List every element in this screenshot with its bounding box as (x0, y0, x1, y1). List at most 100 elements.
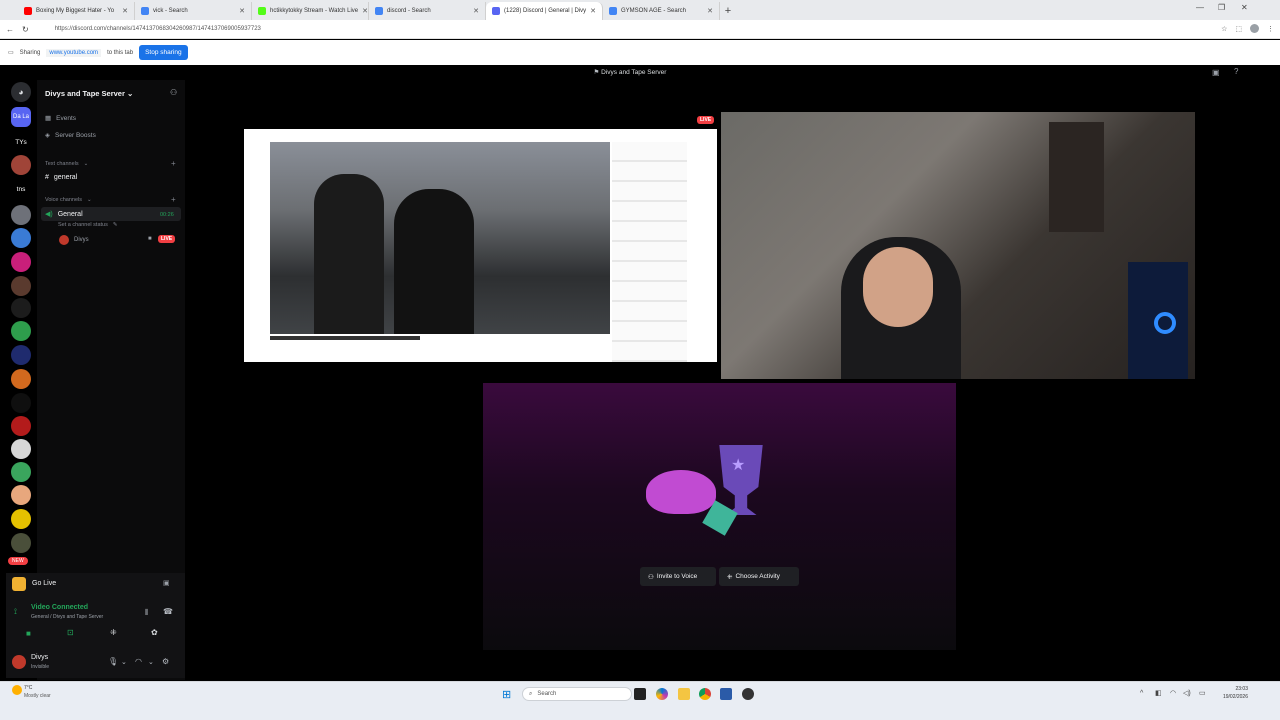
video-toggle-icon[interactable]: ■ (26, 629, 31, 638)
close-tab-icon[interactable]: ✕ (473, 7, 479, 15)
close-tab-icon[interactable]: ✕ (122, 7, 128, 15)
clock-date[interactable]: 19/02/2026 (1214, 694, 1248, 700)
voice-member-divys[interactable]: Divys (59, 235, 89, 245)
direct-messages-icon[interactable]: ◕ (11, 82, 31, 102)
server-icon-black[interactable] (11, 393, 31, 413)
app-icon[interactable] (742, 688, 754, 700)
server-icon-olive[interactable] (11, 533, 31, 553)
nav-server-boosts[interactable]: ◈ Server Boosts (45, 131, 96, 140)
server-icon-tys[interactable]: TYs (11, 132, 31, 152)
server-icon-grey[interactable] (11, 205, 31, 225)
server-icon-brown[interactable] (11, 276, 31, 296)
video-connected-sub[interactable]: General / Divys and Tape Server (31, 614, 103, 620)
text-category[interactable]: Text channels ⌄ (45, 161, 88, 167)
user-avatar[interactable] (12, 655, 26, 669)
add-text-channel-icon[interactable]: + (171, 159, 176, 168)
server-name[interactable]: Divys and Tape Server ⌄ (45, 89, 133, 98)
go-live-settings-icon[interactable]: ▣ (163, 579, 170, 587)
browser-tab[interactable]: GYMSON AGE - Search ✕ (603, 2, 720, 20)
server-icon-blue[interactable] (11, 228, 31, 248)
profile-icon[interactable] (1250, 24, 1259, 33)
nav-events[interactable]: ▦ Events (45, 114, 76, 123)
go-live-icon[interactable] (12, 577, 26, 591)
task-view-icon[interactable] (634, 688, 646, 700)
url-text[interactable]: https://discord.com/channels/14741370683… (55, 26, 261, 32)
add-voice-channel-icon[interactable]: + (171, 195, 176, 204)
stop-sharing-button[interactable]: Stop sharing (139, 45, 188, 60)
server-icon-tns[interactable]: tns (11, 179, 31, 199)
taskbar-search[interactable]: ⌕ Search (522, 687, 632, 701)
server-icon-pink[interactable] (11, 252, 31, 272)
help-icon[interactable]: ? (1234, 67, 1238, 76)
inbox-icon[interactable]: ▣ (1212, 68, 1220, 77)
clock-time[interactable]: 23:03 (1224, 686, 1248, 692)
server-icon-dark[interactable] (11, 298, 31, 318)
screen-share-icon[interactable]: ⊡ (67, 628, 74, 637)
extensions-icon[interactable]: ⬚ (1235, 25, 1242, 33)
browser-tab[interactable]: hctikkytokky Stream - Watch Live ✕ (252, 2, 369, 20)
server-icon-green[interactable] (11, 321, 31, 341)
close-tab-icon[interactable]: ✕ (362, 7, 368, 15)
server-icon-navy[interactable] (11, 345, 31, 365)
new-tab-button[interactable]: + (720, 2, 736, 20)
mute-icon[interactable]: 🎙︎ (108, 657, 118, 666)
soundboard-icon[interactable]: ✿ (151, 628, 158, 637)
server-icon-red[interactable] (11, 155, 31, 175)
weather-icon[interactable] (12, 685, 22, 695)
go-live-label[interactable]: Go Live (32, 580, 56, 587)
close-tab-icon[interactable]: ✕ (707, 7, 713, 15)
copilot-icon[interactable] (656, 688, 668, 700)
mic-options-icon[interactable]: ⌄ (121, 658, 127, 666)
noise-suppression-icon[interactable]: ⦀ (145, 608, 149, 618)
close-tab-icon[interactable]: ✕ (590, 7, 596, 15)
disconnect-icon[interactable]: ☎ (163, 607, 173, 616)
close-window-icon[interactable]: ✕ (1241, 3, 1248, 12)
server-icon-peach[interactable] (11, 485, 31, 505)
chrome-icon[interactable] (699, 688, 711, 700)
webcam-tile[interactable] (721, 112, 1195, 379)
browser-tab[interactable]: (1228) Discord | General | Divy ✕ (486, 2, 603, 20)
activities-icon[interactable]: ⁜ (110, 628, 117, 637)
headphones-icon[interactable]: ◠ (135, 657, 142, 666)
server-icon-leaf[interactable] (11, 462, 31, 482)
screen-share-tile[interactable] (244, 129, 717, 362)
store-icon[interactable] (720, 688, 732, 700)
browser-tab[interactable]: discord - Search ✕ (369, 2, 486, 20)
tray-overflow-icon[interactable]: ^ (1140, 690, 1143, 697)
star-icon[interactable]: ☆ (1221, 25, 1227, 33)
settings-gear-icon[interactable]: ⚙ (162, 657, 169, 666)
youtube-recommendations (612, 142, 687, 362)
choose-activity-button[interactable]: ⁜ Choose Activity (719, 567, 799, 586)
server-icon-orange[interactable] (11, 369, 31, 389)
address-bar: ← ↻ https://discord.com/channels/1474137… (0, 20, 1280, 39)
close-tab-icon[interactable]: ✕ (239, 7, 245, 15)
menu-icon[interactable]: ⋮ (1267, 25, 1274, 33)
start-icon[interactable]: ⊞ (502, 688, 511, 701)
browser-tab[interactable]: vick - Search ✕ (135, 2, 252, 20)
reload-icon[interactable]: ↻ (22, 25, 29, 34)
server-icon-dala[interactable]: Da La (11, 107, 31, 127)
minimize-icon[interactable]: — (1196, 3, 1204, 12)
channel-general-text[interactable]: # general (45, 174, 77, 181)
maximize-icon[interactable]: ❐ (1218, 3, 1225, 12)
tab-title: (1228) Discord | General | Divy (504, 8, 587, 14)
file-explorer-icon[interactable] (678, 688, 690, 700)
battery-icon[interactable]: ▭ (1199, 689, 1206, 697)
voice-category[interactable]: Voice channels ⌄ (45, 197, 92, 203)
volume-icon[interactable]: ◁) (1183, 689, 1191, 697)
deafen-options-icon[interactable]: ⌄ (148, 658, 154, 666)
server-icon-light[interactable] (11, 439, 31, 459)
server-icon-yellow[interactable] (11, 509, 31, 529)
browser-tab[interactable]: Boxing My Biggest Hater - Yo ✕ (18, 2, 135, 20)
wifi-icon[interactable]: ◠ (1170, 689, 1176, 697)
window-title: ⚑ Divys and Tape Server (593, 69, 667, 76)
username[interactable]: Divys (31, 654, 48, 661)
tray-app-icon[interactable]: ◧ (1155, 689, 1162, 697)
server-icon-crimson[interactable] (11, 416, 31, 436)
channel-status[interactable]: Set a channel status ✎ (58, 222, 117, 228)
voice-channel-general[interactable]: ◀) General (45, 210, 83, 219)
invite-to-voice-button[interactable]: ⚇ Invite to Voice (640, 567, 716, 586)
add-member-icon[interactable]: ⚇ (170, 88, 177, 97)
star-icon: ★ (731, 457, 746, 474)
back-icon[interactable]: ← (6, 25, 14, 34)
